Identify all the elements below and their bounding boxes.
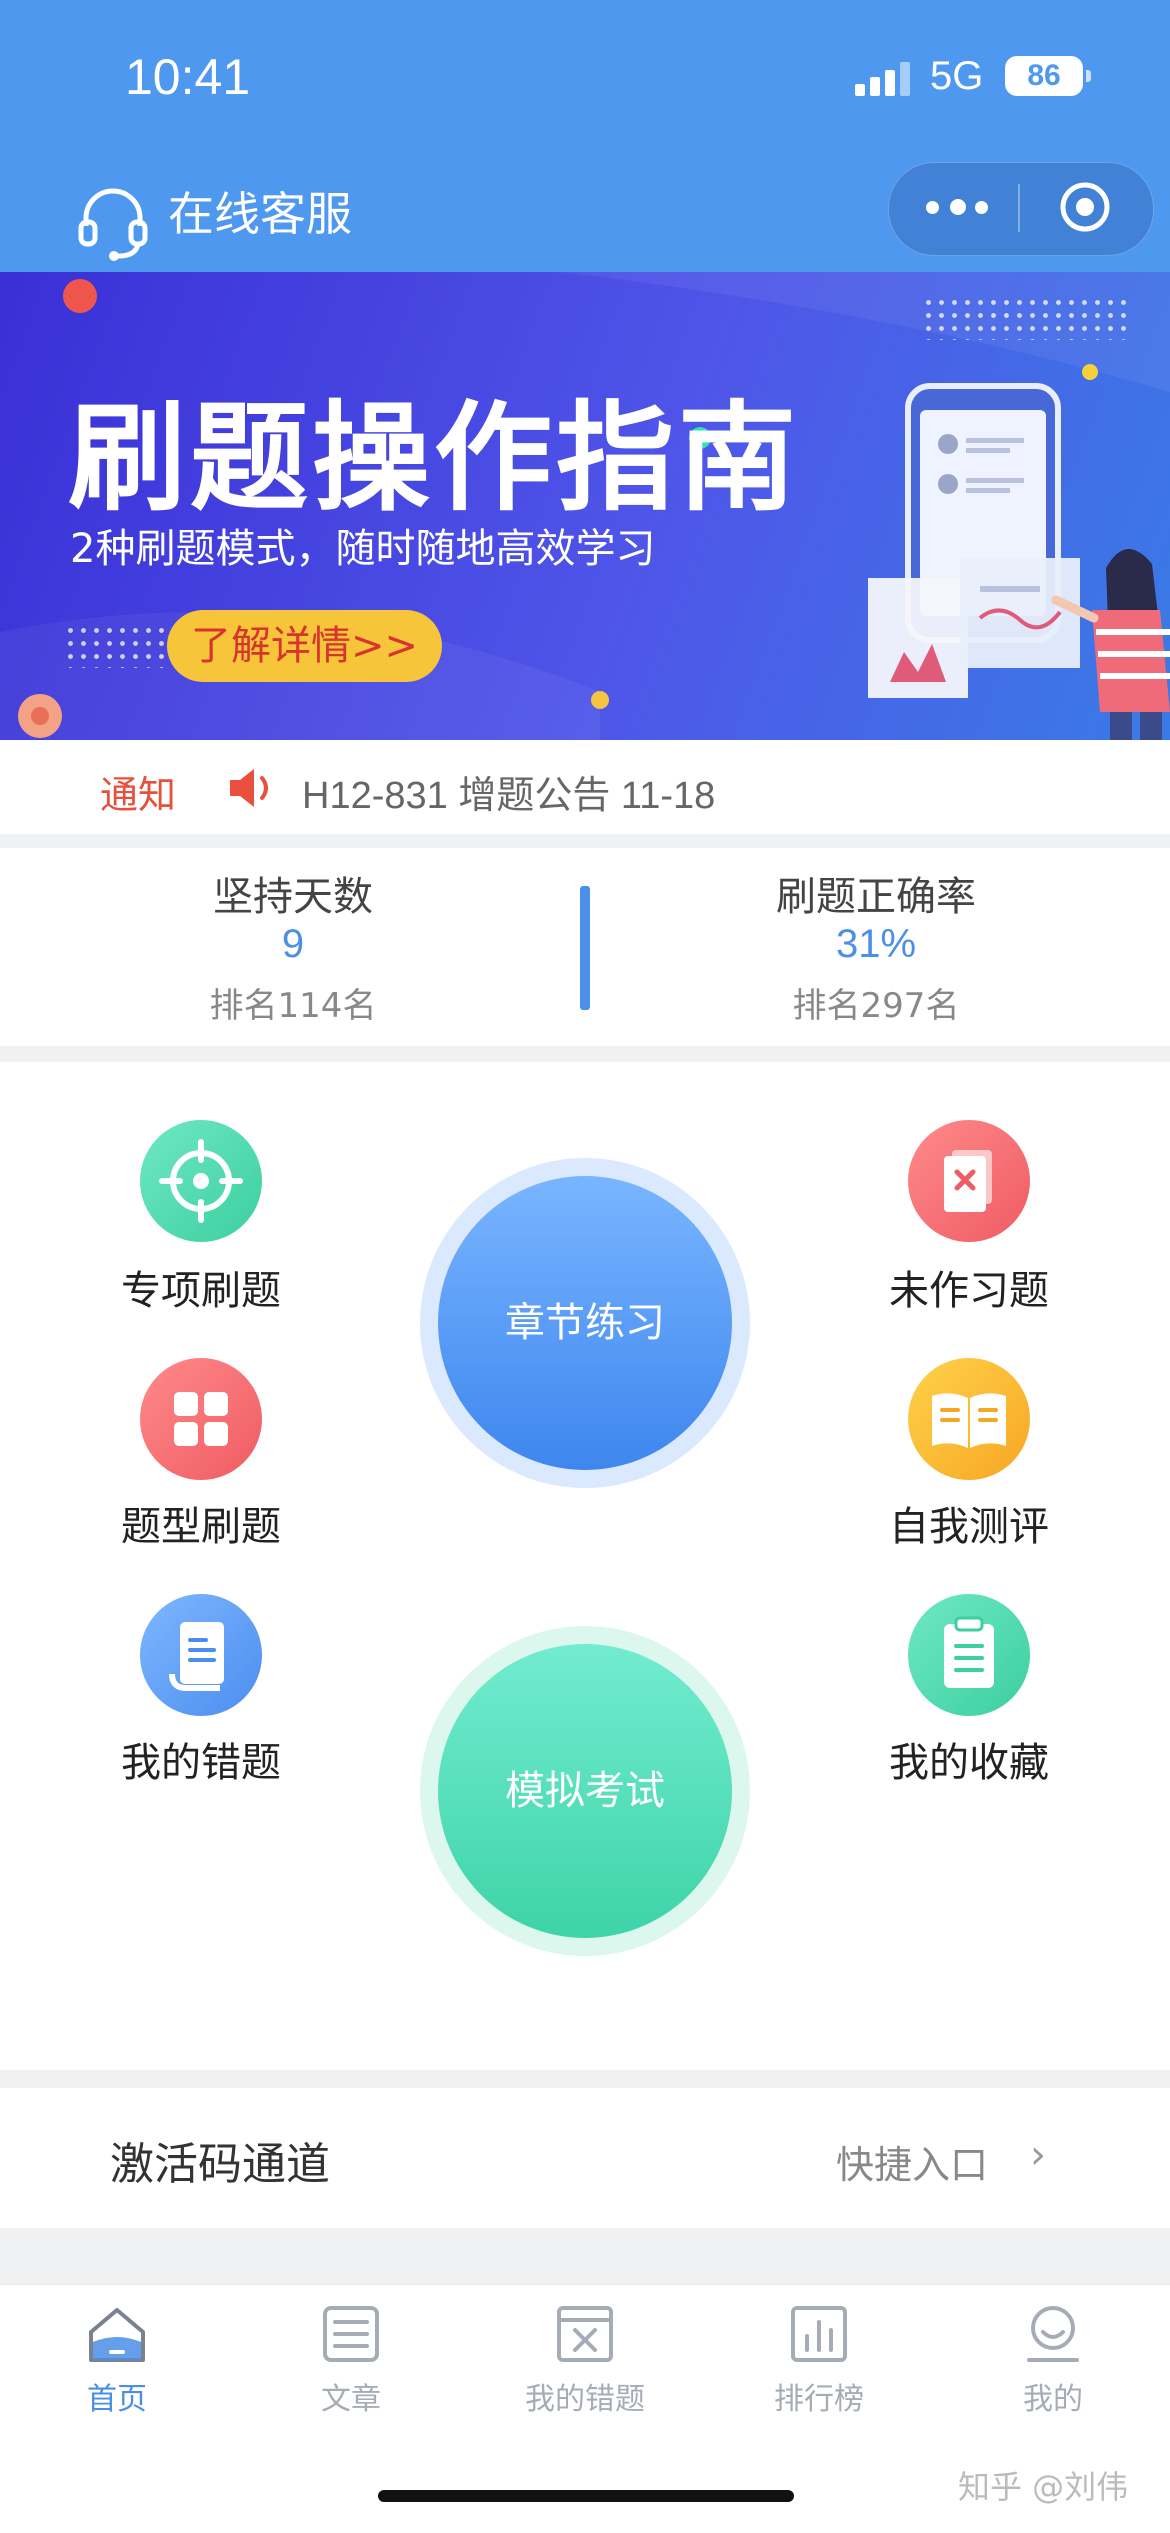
undone-questions-label[interactable]: 未作习题 [839, 1258, 1099, 1316]
home-icon [89, 2308, 145, 2362]
type-practice-label[interactable]: 题型刷题 [71, 1494, 331, 1552]
tab-ranking[interactable]: 排行榜 [702, 2302, 936, 2418]
accuracy-rank: 排名297名 [792, 986, 960, 1026]
tab-home[interactable]: 首页 [0, 2302, 234, 2418]
battery-nub [1086, 70, 1091, 82]
target-icon[interactable] [140, 1120, 262, 1242]
home-indicator[interactable] [378, 2490, 794, 2502]
streak-days-label: 坚持天数 [213, 874, 373, 920]
profile-icon [1027, 2306, 1079, 2362]
notice-text[interactable]: H12-831 增题公告 11-18 [302, 764, 715, 819]
speaker-icon [230, 769, 268, 807]
notice-label: 通知 [100, 773, 177, 817]
close-target-icon[interactable] [1058, 180, 1112, 234]
battery-icon: 86 [1005, 56, 1083, 96]
headset-icon[interactable] [78, 186, 148, 262]
signal-icon [855, 62, 915, 96]
banner-title: 刷题操作指南 [68, 389, 801, 527]
guide-banner[interactable]: 刷题操作指南 2种刷题模式，随时随地高效学习 了解详情>> [0, 272, 1170, 740]
quick-entry-link[interactable]: 快捷入口 [836, 2134, 988, 2189]
status-time: 10:41 [125, 49, 251, 105]
tab-home-label: 首页 [87, 2382, 147, 2417]
more-icon[interactable] [926, 192, 988, 222]
network-type: 5G [930, 54, 984, 98]
grid-icon[interactable] [140, 1358, 262, 1480]
tab-article-label: 文章 [321, 2382, 381, 2417]
capsule-divider [1018, 184, 1020, 232]
tab-ranking-label: 排行榜 [774, 2382, 864, 2417]
self-assessment-label[interactable]: 自我测评 [839, 1494, 1099, 1552]
watermark: 知乎 @刘伟 [958, 2468, 1129, 2506]
dot-grid-decoration [922, 296, 1126, 340]
mock-exam-button[interactable]: 模拟考试 [438, 1644, 732, 1938]
clipboard-list-icon[interactable] [908, 1594, 1030, 1716]
phone-study-illustration [868, 383, 1170, 740]
online-service-label[interactable]: 在线客服 [168, 178, 352, 244]
mistakes-icon [557, 2306, 613, 2362]
open-book-icon[interactable] [908, 1358, 1030, 1480]
accuracy-label: 刷题正确率 [776, 874, 976, 920]
tab-mistakes-label: 我的错题 [525, 2382, 645, 2417]
activation-code-label: 激活码通道 [110, 2139, 330, 2190]
chapter-practice-button[interactable]: 章节练习 [438, 1176, 732, 1470]
document-x-icon[interactable] [908, 1120, 1030, 1242]
my-mistakes-label[interactable]: 我的错题 [71, 1730, 331, 1788]
special-practice-label[interactable]: 专项刷题 [71, 1258, 331, 1316]
accuracy-value: 31% [835, 922, 917, 966]
streak-days-value: 9 [281, 922, 305, 966]
tab-mistakes[interactable]: 我的错题 [468, 2302, 702, 2418]
dot-grid-decoration [64, 624, 164, 668]
banner-subtitle: 2种刷题模式，随时随地高效学习 [70, 526, 656, 572]
stats-divider [580, 886, 590, 1010]
tab-article[interactable]: 文章 [234, 2302, 468, 2418]
tab-profile[interactable]: 我的 [936, 2302, 1170, 2418]
article-icon [323, 2306, 379, 2362]
chevron-right-icon[interactable]: › [1030, 2132, 1046, 2178]
scroll-document-icon[interactable] [140, 1594, 262, 1716]
streak-days-rank: 排名114名 [209, 986, 377, 1026]
tab-profile-label: 我的 [1023, 2382, 1083, 2417]
learn-more-button[interactable]: 了解详情>> [167, 610, 442, 682]
ranking-icon [791, 2306, 847, 2362]
my-favorites-label[interactable]: 我的收藏 [839, 1730, 1099, 1788]
